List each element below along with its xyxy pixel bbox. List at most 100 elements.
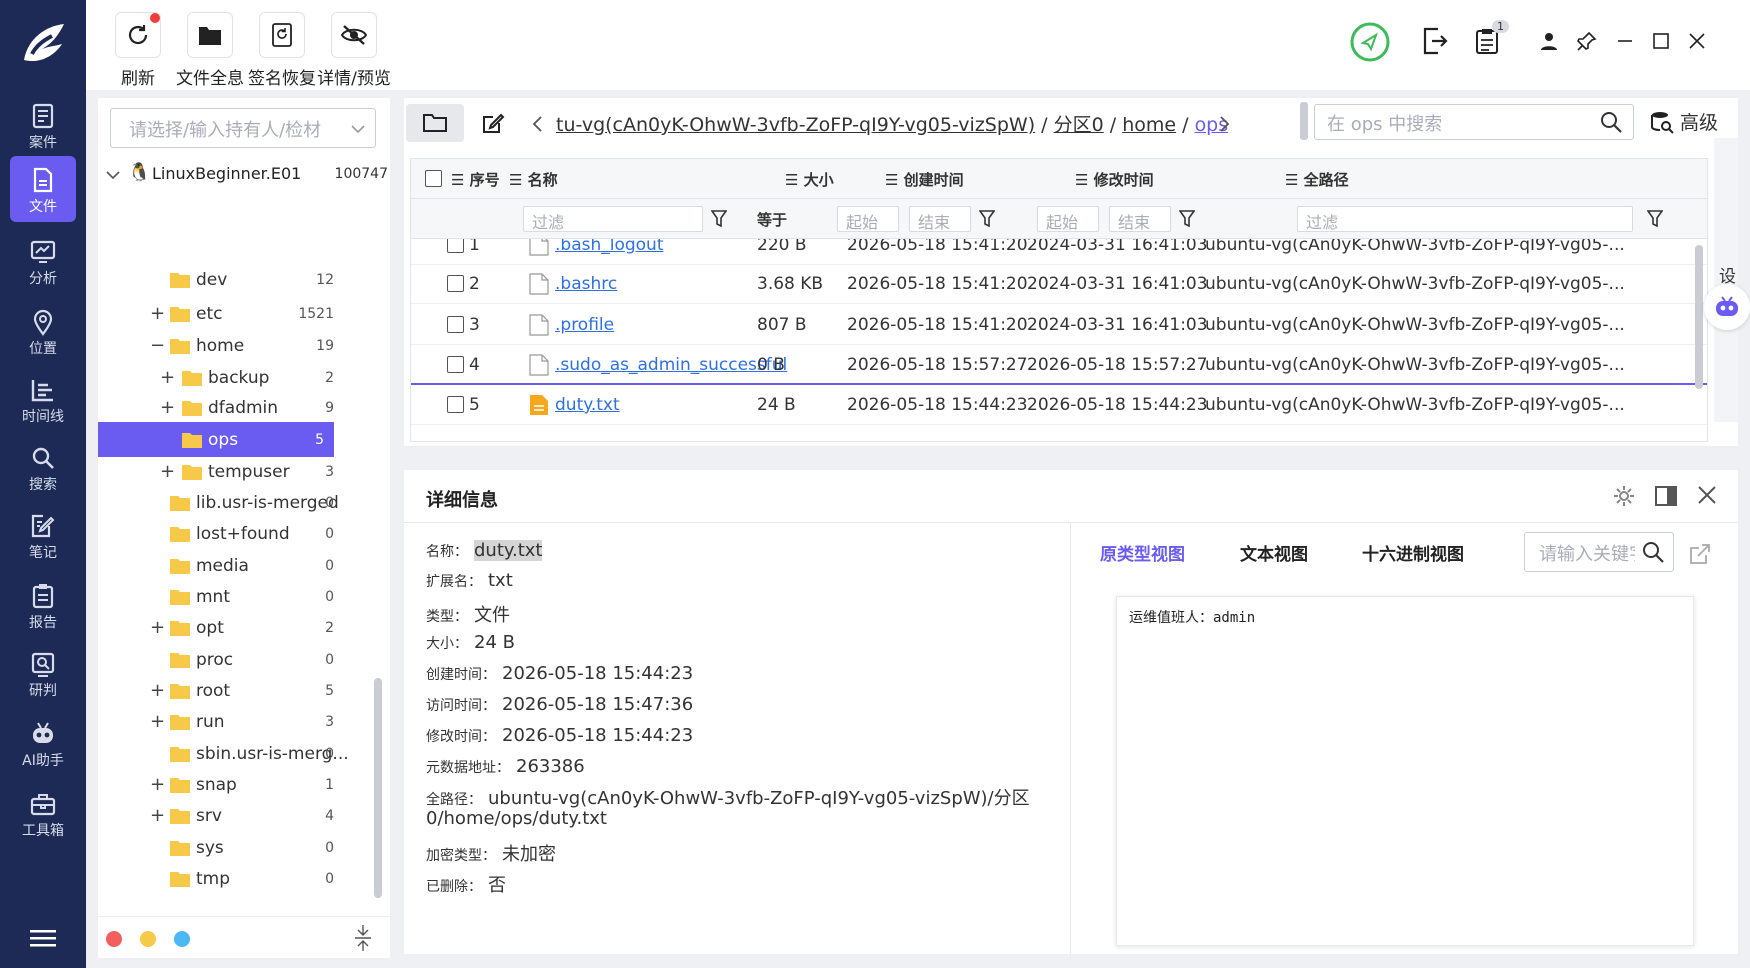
row-name[interactable]: .sudo_as_admin_successful bbox=[555, 355, 787, 375]
tree-row[interactable]: + root 5 bbox=[98, 673, 334, 708]
tree-row[interactable]: + tempuser 3 bbox=[98, 454, 334, 489]
detail-preview-button[interactable]: 详情/预览 bbox=[314, 12, 394, 89]
filter-icon[interactable] bbox=[1179, 210, 1195, 228]
red-dot[interactable] bbox=[106, 931, 122, 947]
col-modified-header[interactable]: ☰ 修改时间 bbox=[1075, 169, 1154, 190]
search-icon[interactable] bbox=[1641, 540, 1665, 564]
collapse-icon[interactable]: − bbox=[150, 335, 165, 356]
crumb-partition[interactable]: 分区0 bbox=[1054, 114, 1104, 136]
tree-row[interactable]: sys 0 bbox=[98, 830, 334, 865]
chevron-right-icon[interactable] bbox=[1218, 115, 1230, 133]
expand-icon[interactable]: + bbox=[150, 774, 165, 795]
row-checkbox[interactable] bbox=[447, 275, 464, 292]
expand-icon[interactable]: + bbox=[150, 680, 165, 701]
nav-item-6[interactable]: 笔记 bbox=[10, 502, 76, 568]
modified-end-input[interactable]: 结束 bbox=[1109, 206, 1171, 232]
crumb-partition-path[interactable]: tu-vg(cAn0yK-OhwW-3vfb-ZoFP-qI9Y-vg05-vi… bbox=[556, 114, 1035, 136]
tree-row[interactable]: + run 3 bbox=[98, 704, 334, 739]
chevron-left-icon[interactable] bbox=[532, 115, 544, 133]
set-columns-button[interactable]: 设置列 bbox=[1714, 138, 1738, 422]
pin-button[interactable] bbox=[1572, 26, 1602, 56]
tree-row[interactable]: sbin.usr-is-merg... 0 bbox=[98, 736, 349, 771]
row-checkbox[interactable] bbox=[447, 316, 464, 333]
table-row[interactable]: 3 .profile 807 B 2026-05-18 15:41:20 2024-03… bbox=[411, 305, 1707, 345]
tree-row[interactable]: + etc 1521 bbox=[98, 296, 334, 331]
size-filter-equals[interactable]: 等于 bbox=[757, 209, 787, 230]
created-start-input[interactable]: 起始 bbox=[837, 206, 899, 232]
crumb-home[interactable]: home bbox=[1122, 114, 1176, 136]
tree-row[interactable]: + snap 1 bbox=[98, 767, 334, 802]
row-checkbox[interactable] bbox=[447, 356, 464, 373]
tree-row[interactable]: − home 19 bbox=[98, 328, 334, 363]
row-checkbox[interactable] bbox=[447, 396, 464, 413]
row-name[interactable]: .bashrc bbox=[555, 274, 617, 294]
menu-icon[interactable] bbox=[30, 928, 56, 948]
folder-view-button[interactable] bbox=[406, 104, 464, 142]
tree-root[interactable]: 🐧 LinuxBeginner.E01 100747 bbox=[98, 156, 388, 192]
edit-path-button[interactable] bbox=[464, 104, 522, 142]
name-filter-input[interactable]: 过滤 bbox=[523, 206, 703, 232]
nav-item-8[interactable]: 研判 bbox=[10, 640, 76, 706]
close-window-button[interactable] bbox=[1682, 26, 1712, 56]
collapse-all-icon[interactable] bbox=[354, 925, 372, 951]
nav-item-1[interactable]: 文件 bbox=[10, 156, 76, 222]
col-index-header[interactable]: ☰ 序号 bbox=[451, 169, 500, 190]
expand-icon[interactable]: + bbox=[160, 367, 175, 388]
all-files-button[interactable]: 文件全息 bbox=[170, 12, 250, 89]
table-row[interactable]: 5 duty.txt 24 B 2026-05-18 15:44:23 2026-05-… bbox=[411, 385, 1707, 425]
expand-icon[interactable]: + bbox=[150, 805, 165, 826]
filter-icon[interactable] bbox=[711, 210, 727, 228]
col-size-header[interactable]: ☰ 大小 bbox=[785, 169, 834, 190]
expand-icon[interactable]: + bbox=[150, 617, 165, 638]
tree-row[interactable]: ops 5 bbox=[98, 422, 334, 457]
tree-row[interactable]: lib.usr-is-merged 0 bbox=[98, 485, 339, 520]
nav-item-0[interactable]: 案件 bbox=[10, 92, 76, 158]
select-all-checkbox[interactable] bbox=[425, 170, 442, 187]
table-row[interactable]: 2 .bashrc 3.68 KB 2026-05-18 15:41:20 2024-0… bbox=[411, 264, 1707, 304]
tree-row[interactable]: tmp 0 bbox=[98, 861, 334, 896]
expand-icon[interactable]: + bbox=[150, 303, 165, 324]
filter-icon[interactable] bbox=[1647, 210, 1663, 228]
grid-scrollbar[interactable] bbox=[1695, 245, 1703, 389]
nav-item-3[interactable]: 位置 bbox=[10, 298, 76, 364]
signature-recover-button[interactable]: 签名恢复 bbox=[242, 12, 322, 89]
minimize-button[interactable] bbox=[1610, 26, 1640, 56]
table-row[interactable]: 4 .sudo_as_admin_successful 0 B 2026-05-18 … bbox=[411, 345, 1707, 385]
tree-row[interactable]: + opt 2 bbox=[98, 610, 334, 645]
row-name[interactable]: .profile bbox=[555, 315, 614, 335]
maximize-button[interactable] bbox=[1646, 26, 1676, 56]
col-fullpath-header[interactable]: ☰ 全路径 bbox=[1285, 169, 1349, 190]
status-button[interactable] bbox=[1350, 22, 1390, 62]
col-name-header[interactable]: ☰ 名称 bbox=[509, 169, 558, 190]
close-icon[interactable] bbox=[1696, 484, 1718, 506]
refresh-button[interactable]: 刷新 bbox=[98, 12, 178, 89]
tree-row[interactable]: lost+found 0 bbox=[98, 516, 334, 551]
user-button[interactable] bbox=[1534, 26, 1564, 56]
nav-item-7[interactable]: 报告 bbox=[10, 572, 76, 638]
modified-start-input[interactable]: 起始 bbox=[1037, 206, 1099, 232]
expand-icon[interactable]: + bbox=[160, 461, 175, 482]
tree-row[interactable]: mnt 0 bbox=[98, 579, 334, 614]
advanced-search-button[interactable]: 高级 bbox=[1650, 108, 1718, 135]
tree-row[interactable]: + dfadmin 9 bbox=[98, 390, 334, 425]
open-external-icon[interactable] bbox=[1688, 542, 1712, 566]
fullpath-filter-input[interactable]: 过滤 bbox=[1297, 206, 1633, 232]
tree-row[interactable]: dev 12 bbox=[98, 262, 334, 297]
row-name[interactable]: .bash_logout bbox=[555, 239, 664, 255]
search-icon[interactable] bbox=[1599, 110, 1623, 134]
nav-item-4[interactable]: 时间线 bbox=[10, 366, 76, 432]
keyword-search-input[interactable]: 请输入关键字 bbox=[1524, 532, 1674, 572]
row-checkbox[interactable] bbox=[447, 239, 464, 253]
tasks-button[interactable]: 1 bbox=[1472, 20, 1509, 56]
folder-search-input[interactable]: 在 ops 中搜索 bbox=[1314, 104, 1634, 140]
expand-icon[interactable]: + bbox=[160, 397, 175, 418]
nav-item-9[interactable]: AI助手 bbox=[10, 710, 76, 776]
tab-text-view[interactable]: 文本视图 bbox=[1240, 540, 1308, 565]
created-end-input[interactable]: 结束 bbox=[909, 206, 971, 232]
col-created-header[interactable]: ☰ 创建时间 bbox=[885, 169, 964, 190]
table-row[interactable]: 1 .bash_logout 220 B 2026-05-18 15:41:20 202… bbox=[411, 239, 1707, 265]
settings-icon[interactable] bbox=[1612, 484, 1636, 508]
yellow-dot[interactable] bbox=[140, 931, 156, 947]
tree-row[interactable]: proc 0 bbox=[98, 642, 334, 677]
filter-icon[interactable] bbox=[979, 210, 995, 228]
